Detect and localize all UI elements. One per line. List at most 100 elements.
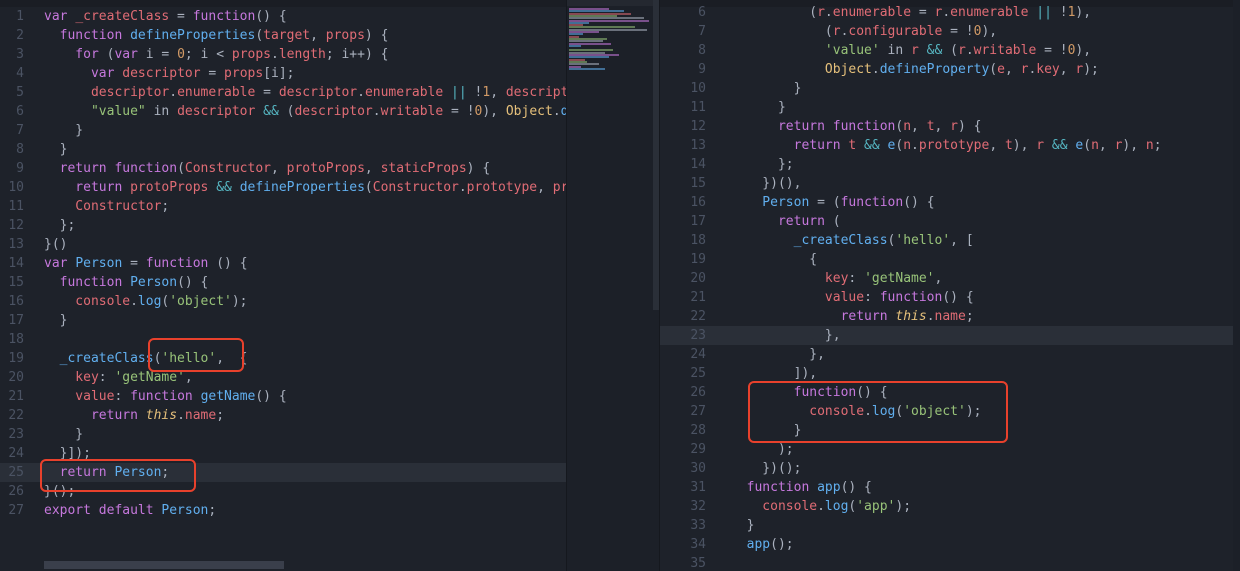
code-line[interactable]: 17 return ( (660, 212, 1240, 231)
code-line[interactable]: 32 console.log('app'); (660, 497, 1240, 516)
code-line[interactable]: 6 "value" in descriptor && (descriptor.w… (0, 102, 566, 121)
code-token: n (1145, 138, 1154, 153)
code-line[interactable]: 35 (660, 554, 1240, 571)
minimap-viewport[interactable] (567, 0, 659, 6)
code-line[interactable]: 19 _createClass('hello', { (0, 349, 566, 368)
right-editor-pane[interactable]: 6 (r.enumerable = r.enumerable || !1), 7 … (659, 0, 1240, 571)
code-line[interactable]: 9 Object.defineProperty(e, r.key, r); (660, 60, 1240, 79)
code-line[interactable]: 27 console.log('object'); (660, 402, 1240, 421)
code-line[interactable]: 19 { (660, 250, 1240, 269)
code-line[interactable]: 10 return protoProps && defineProperties… (0, 178, 566, 197)
code-line[interactable]: 8 'value' in r && (r.writable = !0), (660, 41, 1240, 60)
code-token: = (122, 256, 146, 271)
code-line[interactable]: 10 } (660, 79, 1240, 98)
code-token: value (44, 389, 115, 404)
code-line[interactable]: 31 function app() { (660, 478, 1240, 497)
code-line[interactable]: 23 } (0, 425, 566, 444)
code-line[interactable]: 15 function Person() { (0, 273, 566, 292)
code-token: , (310, 28, 326, 43)
code-line[interactable]: 20 key: 'getName', (660, 269, 1240, 288)
right-vertical-scrollbar[interactable] (1233, 0, 1240, 571)
code-text: } (44, 140, 68, 159)
code-line[interactable]: 29 ); (660, 440, 1240, 459)
code-token: app (817, 480, 841, 495)
code-line[interactable]: 17 } (0, 311, 566, 330)
line-number: 21 (690, 290, 706, 305)
code-text: }, (731, 326, 841, 345)
code-token: } (44, 313, 68, 328)
code-line[interactable]: 11 } (660, 98, 1240, 117)
code-line[interactable]: 2 function defineProperties(target, prop… (0, 26, 566, 45)
code-line[interactable]: 27 export default Person; (0, 501, 566, 520)
code-token: r (832, 24, 841, 39)
code-line[interactable]: 6 (r.enumerable = r.enumerable || !1), (660, 3, 1240, 22)
code-line[interactable]: 18 (0, 330, 566, 349)
code-line[interactable]: 34 app(); (660, 535, 1240, 554)
code-token: descriptor (505, 85, 566, 100)
code-token: props (231, 47, 272, 62)
code-token: return (44, 180, 131, 195)
code-line[interactable]: 26 function() { (660, 383, 1240, 402)
code-line[interactable]: 13 return t && e(n.prototype, t), r && e… (660, 136, 1240, 155)
line-number: 25 (8, 465, 24, 480)
code-token: n (903, 119, 912, 134)
code-token: var (114, 47, 146, 62)
code-line[interactable]: 23 }, (660, 326, 1240, 345)
code-line[interactable]: 30 })(); (660, 459, 1240, 478)
code-line[interactable]: 1 var _createClass = function() { (0, 7, 566, 26)
code-line[interactable]: 12 }; (0, 216, 566, 235)
code-token: . (864, 404, 872, 419)
code-token: () { (255, 9, 287, 24)
code-line[interactable]: 22 return this.name; (660, 307, 1240, 326)
line-number: 11 (8, 199, 24, 214)
code-line[interactable]: 25 ]), (660, 364, 1240, 383)
left-editor-pane[interactable]: 1 var _createClass = function() {2 functi… (0, 0, 566, 571)
code-token: . (911, 138, 919, 153)
code-line[interactable]: 33 } (660, 516, 1240, 535)
line-number: 16 (8, 294, 24, 309)
code-line[interactable]: 8 } (0, 140, 566, 159)
code-line[interactable]: 7 (r.configurable = !0), (660, 22, 1240, 41)
code-token: && (918, 43, 951, 58)
code-token: , (270, 161, 287, 176)
code-token: } (44, 427, 84, 442)
code-line[interactable]: 5 descriptor.enumerable = descriptor.enu… (0, 83, 566, 102)
code-line[interactable]: 24 }]); (0, 444, 566, 463)
code-line[interactable]: 13}() (0, 235, 566, 254)
code-line[interactable]: 14 var Person = function () { (0, 254, 566, 273)
code-line[interactable]: 22 return this.name; (0, 406, 566, 425)
code-token: ( (731, 5, 818, 20)
code-token: }(); (44, 484, 76, 499)
code-line[interactable]: 16 Person = (function() { (660, 193, 1240, 212)
line-number: 17 (8, 313, 24, 328)
left-horizontal-scrollbar[interactable] (44, 561, 284, 569)
code-token: descriptor (122, 66, 201, 81)
code-token: , (911, 119, 927, 134)
code-text: (r.configurable = !0), (731, 22, 997, 41)
code-line[interactable]: 20 key: 'getName', (0, 368, 566, 387)
code-line[interactable]: 9 return function(Constructor, protoProp… (0, 159, 566, 178)
code-line[interactable]: 28 } (660, 421, 1240, 440)
code-line[interactable]: 7 } (0, 121, 566, 140)
line-number: 34 (690, 537, 706, 552)
code-line[interactable]: 21 value: function getName() { (0, 387, 566, 406)
code-line[interactable]: 4 var descriptor = props[i]; (0, 64, 566, 83)
code-line[interactable]: 21 value: function() { (660, 288, 1240, 307)
code-text: }() (44, 235, 67, 254)
code-line[interactable]: 12 return function(n, t, r) { (660, 117, 1240, 136)
code-line[interactable]: 25 return Person; (0, 463, 566, 482)
code-token: && (1044, 138, 1076, 153)
code-line[interactable]: 11 Constructor; (0, 197, 566, 216)
code-line[interactable]: 14 }; (660, 155, 1240, 174)
code-line[interactable]: 18 _createClass('hello', [ (660, 231, 1240, 250)
code-token: }; (44, 218, 76, 233)
minimap[interactable] (566, 0, 659, 571)
code-token: enumerable (177, 85, 256, 100)
code-token: }, (731, 347, 825, 362)
code-line[interactable]: 26}(); (0, 482, 566, 501)
code-line[interactable]: 15 })(), (660, 174, 1240, 193)
code-line[interactable]: 24 }, (660, 345, 1240, 364)
code-line[interactable]: 16 console.log('object'); (0, 292, 566, 311)
line-number: 23 (690, 328, 706, 343)
code-line[interactable]: 3 for (var i = 0; i < props.length; i++)… (0, 45, 566, 64)
